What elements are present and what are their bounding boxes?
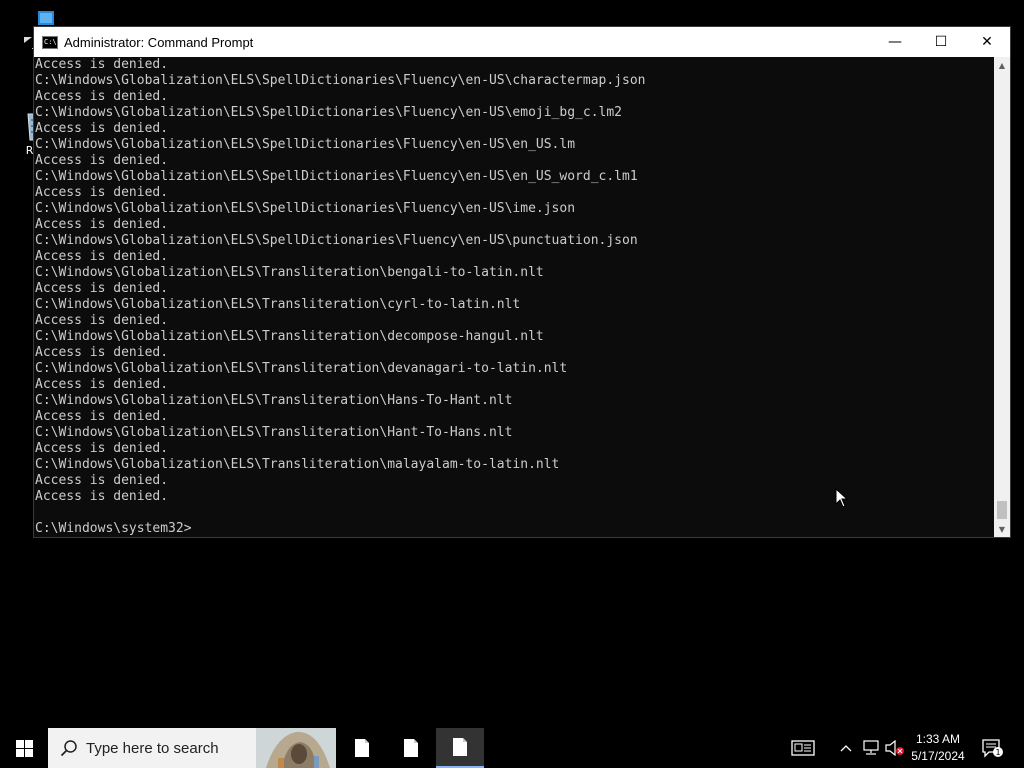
console-line: Access is denied. <box>35 185 169 200</box>
news-and-interests-button[interactable] <box>786 728 820 768</box>
console-line: Access is denied. <box>35 217 169 232</box>
vertical-scrollbar[interactable]: ▲ ▼ <box>994 57 1010 537</box>
scroll-up-arrow-icon[interactable]: ▲ <box>994 57 1010 73</box>
console-line: Access is denied. <box>35 345 169 360</box>
close-button[interactable]: ✕ <box>964 27 1010 57</box>
console-line: Access is denied. <box>35 489 169 504</box>
console-line: C:\Windows\Globalization\ELS\SpellDictio… <box>35 73 646 88</box>
console-line: C:\Windows\Globalization\ELS\Translitera… <box>35 393 513 408</box>
action-center-button[interactable]: 1 <box>978 728 1008 768</box>
start-button[interactable] <box>0 728 48 768</box>
console-output[interactable]: Access is denied. C:\Windows\Globalizatio… <box>34 57 994 537</box>
taskbar-app-file-1[interactable] <box>338 728 386 768</box>
notification-count: 1 <box>995 748 1000 757</box>
taskbar-app-file-2[interactable] <box>387 728 435 768</box>
command-prompt-icon: C:\ <box>42 35 58 49</box>
show-hidden-icons-button[interactable] <box>836 728 856 768</box>
search-placeholder: Type here to search <box>86 739 219 757</box>
console-line: C:\Windows\Globalization\ELS\SpellDictio… <box>35 105 622 120</box>
console-line: C:\Windows\Globalization\ELS\SpellDictio… <box>35 169 638 184</box>
console-line: Access is denied. <box>35 57 169 72</box>
console-line: C:\Windows\Globalization\ELS\Translitera… <box>35 361 568 376</box>
console-line: Access is denied. <box>35 121 169 136</box>
console-line: Access is denied. <box>35 153 169 168</box>
console-line: C:\Windows\Globalization\ELS\SpellDictio… <box>35 233 638 248</box>
console-line: C:\Windows\Globalization\ELS\SpellDictio… <box>35 201 576 216</box>
taskbar-search-box[interactable]: Type here to search <box>48 728 336 768</box>
console-line: C:\Windows\Globalization\ELS\SpellDictio… <box>35 137 576 152</box>
minimize-button[interactable]: — <box>872 27 918 57</box>
command-prompt-window[interactable]: C:\ Administrator: Command Prompt — ☐ ✕ … <box>33 26 1011 538</box>
console-line: C:\Windows\Globalization\ELS\Translitera… <box>35 297 521 312</box>
taskbar-app-file-3-active[interactable] <box>436 728 484 768</box>
console-line: Access is denied. <box>35 249 169 264</box>
chevron-up-icon <box>840 745 852 752</box>
console-line: C:\Windows\Globalization\ELS\Translitera… <box>35 425 513 440</box>
volume-button[interactable] <box>883 728 907 768</box>
clock-time: 1:33 AM <box>915 732 961 746</box>
file-icon <box>355 739 369 757</box>
file-icon <box>453 738 467 756</box>
file-icon <box>404 739 418 757</box>
window-titlebar[interactable]: C:\ Administrator: Command Prompt — ☐ ✕ <box>34 27 1010 57</box>
taskbar-clock[interactable]: 1:33 AM 5/17/2024 <box>905 728 971 768</box>
console-line: Access is denied. <box>35 89 169 104</box>
console-line: C:\Windows\Globalization\ELS\Translitera… <box>35 457 560 472</box>
clock-date: 5/17/2024 <box>911 749 965 763</box>
console-line: Access is denied. <box>35 313 169 328</box>
console-line: Access is denied. <box>35 377 169 392</box>
mouse-cursor-icon <box>835 488 849 508</box>
news-icon <box>791 740 815 756</box>
scroll-down-arrow-icon[interactable]: ▼ <box>994 521 1010 537</box>
search-icon <box>60 740 77 757</box>
windows-logo-icon <box>15 739 33 757</box>
volume-muted-icon <box>885 740 904 756</box>
console-line: Access is denied. <box>35 409 169 424</box>
scroll-thumb[interactable] <box>997 501 1007 519</box>
console-line: Access is denied. <box>35 441 169 456</box>
window-title: Administrator: Command Prompt <box>64 34 254 50</box>
console-line: C:\Windows\Globalization\ELS\Translitera… <box>35 329 544 344</box>
console-line: C:\Windows\system32> <box>35 521 192 536</box>
taskbar: Type here to search 1:33 AM 5/17/2024 1 <box>0 728 1024 768</box>
console-line: Access is denied. <box>35 473 169 488</box>
network-icon <box>863 740 879 755</box>
console-line: Access is denied. <box>35 281 169 296</box>
maximize-button[interactable]: ☐ <box>918 27 964 57</box>
search-highlight-illustration <box>256 728 336 768</box>
network-status-button[interactable] <box>859 728 883 768</box>
console-line: C:\Windows\Globalization\ELS\Translitera… <box>35 265 544 280</box>
notification-icon: 1 <box>982 739 1003 758</box>
